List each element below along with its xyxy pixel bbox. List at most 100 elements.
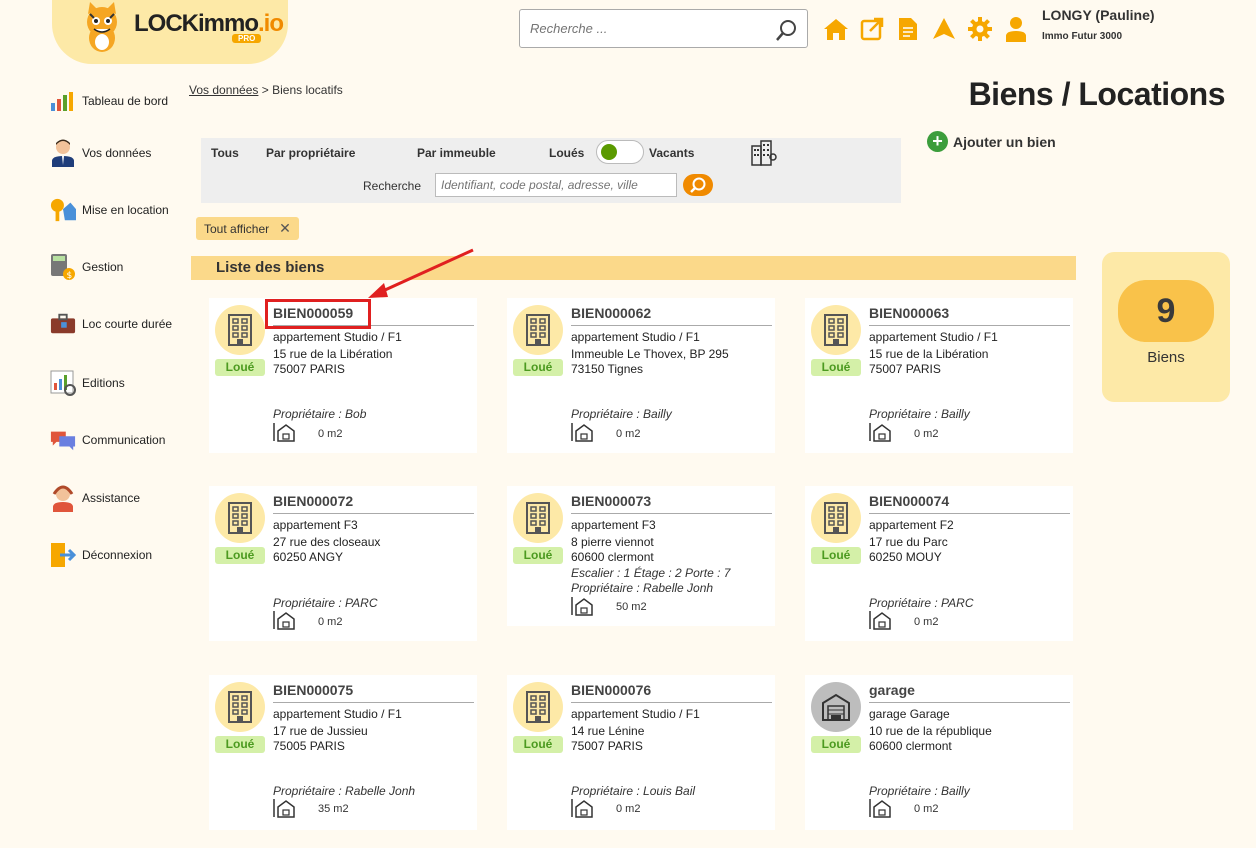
highlight-box bbox=[265, 299, 371, 329]
report-icon bbox=[50, 370, 76, 396]
property-avatar bbox=[215, 682, 265, 732]
sidebar-item-assistance[interactable]: Assistance bbox=[50, 485, 141, 512]
sidebar-item-dashboard[interactable]: Tableau de bord bbox=[50, 88, 168, 114]
property-avatar bbox=[811, 493, 861, 543]
search-icon[interactable] bbox=[775, 18, 799, 42]
divider bbox=[869, 513, 1070, 514]
property-search-input[interactable] bbox=[436, 174, 676, 196]
property-card[interactable]: Loué BIEN000062 appartement Studio / F1 … bbox=[507, 298, 775, 453]
alert-icon[interactable] bbox=[931, 16, 957, 42]
breadcrumb-link[interactable]: Vos données bbox=[189, 83, 258, 97]
breadcrumb: Vos données > Biens locatifs bbox=[189, 83, 343, 97]
apartment-building-icon bbox=[526, 502, 550, 534]
sidebar-item-label: Editions bbox=[82, 376, 125, 390]
property-ref[interactable]: BIEN000073 bbox=[571, 493, 651, 509]
user-name[interactable]: LONGY (Pauline) bbox=[1042, 7, 1155, 23]
breadcrumb-current: Biens locatifs bbox=[272, 83, 343, 97]
divider bbox=[571, 513, 772, 514]
property-search-button[interactable] bbox=[683, 174, 713, 196]
property-count-widget: 9 Biens bbox=[1102, 252, 1230, 402]
buildings-icon[interactable] bbox=[749, 140, 777, 166]
apartment-building-icon bbox=[526, 314, 550, 346]
sidebar-item-label: Vos données bbox=[82, 146, 152, 160]
property-city: 60600 clermont bbox=[869, 739, 952, 753]
property-area: 0 m2 bbox=[318, 428, 343, 440]
status-badge: Loué bbox=[215, 359, 265, 376]
add-property-button[interactable]: + Ajouter un bien bbox=[927, 131, 1056, 152]
property-ref[interactable]: BIEN000074 bbox=[869, 493, 949, 509]
property-avatar bbox=[215, 305, 265, 355]
status-badge: Loué bbox=[811, 736, 861, 753]
apartment-building-icon bbox=[228, 691, 252, 723]
logout-icon bbox=[50, 542, 76, 568]
property-ref[interactable]: BIEN000072 bbox=[273, 493, 353, 509]
global-search-input[interactable] bbox=[520, 10, 760, 47]
property-area: 0 m2 bbox=[318, 616, 343, 628]
property-address: 14 rue Lénine bbox=[571, 724, 645, 738]
property-address: 27 rue des closeaux bbox=[273, 535, 381, 549]
property-owner: Propriétaire : PARC bbox=[273, 596, 378, 610]
sidebar-item-editions[interactable]: Editions bbox=[50, 370, 125, 396]
property-card[interactable]: Loué BIEN000073 appartement F3 8 pierre … bbox=[507, 486, 775, 626]
apartment-building-icon bbox=[228, 314, 252, 346]
divider bbox=[869, 702, 1070, 703]
property-type: garage Garage bbox=[869, 707, 950, 721]
sidebar-item-gestion[interactable]: $ Gestion bbox=[50, 254, 123, 281]
status-badge: Loué bbox=[513, 359, 563, 376]
property-location-detail: Escalier : 1 Étage : 2 Porte : 7 bbox=[571, 566, 731, 580]
document-icon[interactable] bbox=[895, 16, 921, 42]
property-card[interactable]: Loué BIEN000063 appartement Studio / F1 … bbox=[805, 298, 1073, 453]
tab-par-immeuble[interactable]: Par immeuble bbox=[417, 146, 496, 160]
home-icon[interactable] bbox=[823, 16, 849, 42]
logo-pro-badge: PRO bbox=[232, 34, 262, 43]
property-owner: Propriétaire : Rabelle Jonh bbox=[571, 581, 714, 595]
sidebar-item-deconnexion[interactable]: Déconnexion bbox=[50, 542, 152, 568]
filter-chip-tout-afficher: Tout afficher ✕ bbox=[196, 217, 299, 240]
sidebar-item-label: Déconnexion bbox=[82, 548, 153, 562]
property-type: appartement F2 bbox=[869, 518, 954, 532]
property-ref[interactable]: garage bbox=[869, 682, 915, 698]
external-link-icon[interactable] bbox=[859, 16, 885, 42]
sidebar-item-loc-courte-duree[interactable]: Loc courte durée bbox=[50, 311, 172, 337]
property-ref[interactable]: BIEN000063 bbox=[869, 305, 949, 321]
surface-icon bbox=[273, 611, 295, 630]
list-header: Liste des biens bbox=[191, 256, 1076, 280]
sidebar-item-vos-donnees[interactable]: Vos données bbox=[50, 139, 152, 167]
user-icon[interactable] bbox=[1003, 16, 1029, 42]
gear-icon[interactable] bbox=[967, 16, 993, 42]
sidebar-item-label: Assistance bbox=[82, 491, 141, 505]
sidebar-item-mise-en-location[interactable]: Mise en location bbox=[50, 197, 169, 223]
property-ref[interactable]: BIEN000076 bbox=[571, 682, 651, 698]
headset-icon bbox=[50, 485, 76, 512]
property-type: appartement F3 bbox=[571, 518, 656, 532]
divider bbox=[273, 702, 474, 703]
property-type: appartement F3 bbox=[273, 518, 358, 532]
divider bbox=[273, 513, 474, 514]
property-card[interactable]: Loué BIEN000076 appartement Studio / F1 … bbox=[507, 675, 775, 830]
close-icon[interactable]: ✕ bbox=[279, 220, 291, 237]
property-ref[interactable]: BIEN000075 bbox=[273, 682, 353, 698]
property-address: 15 rue de la Libération bbox=[273, 347, 393, 361]
surface-icon bbox=[869, 799, 891, 818]
divider bbox=[571, 325, 772, 326]
property-card[interactable]: Loué BIEN000075 appartement Studio / F1 … bbox=[209, 675, 477, 830]
global-search bbox=[519, 9, 808, 48]
tab-par-proprietaire[interactable]: Par propriétaire bbox=[266, 146, 355, 160]
property-avatar bbox=[811, 682, 861, 732]
tab-tous[interactable]: Tous bbox=[211, 146, 239, 160]
logo[interactable]: LOCKimmo.io PRO bbox=[52, 0, 288, 64]
property-owner: Propriétaire : Bailly bbox=[869, 407, 970, 421]
property-card[interactable]: Loué BIEN000074 appartement F2 17 rue du… bbox=[805, 486, 1073, 641]
property-ref[interactable]: BIEN000062 bbox=[571, 305, 651, 321]
property-city: 73150 Tignes bbox=[571, 362, 644, 376]
person-icon bbox=[50, 139, 76, 167]
annotation-arrow-icon bbox=[368, 248, 474, 298]
property-card[interactable]: Loué garage garage Garage 10 rue de la r… bbox=[805, 675, 1073, 830]
sidebar-item-communication[interactable]: Communication bbox=[50, 427, 165, 453]
property-card[interactable]: Loué BIEN000072 appartement F3 27 rue de… bbox=[209, 486, 477, 641]
rented-vacant-toggle[interactable] bbox=[596, 140, 644, 164]
property-area: 35 m2 bbox=[318, 803, 349, 815]
calculator-icon: $ bbox=[50, 254, 76, 281]
status-badge: Loué bbox=[513, 736, 563, 753]
garage-icon bbox=[822, 693, 850, 721]
